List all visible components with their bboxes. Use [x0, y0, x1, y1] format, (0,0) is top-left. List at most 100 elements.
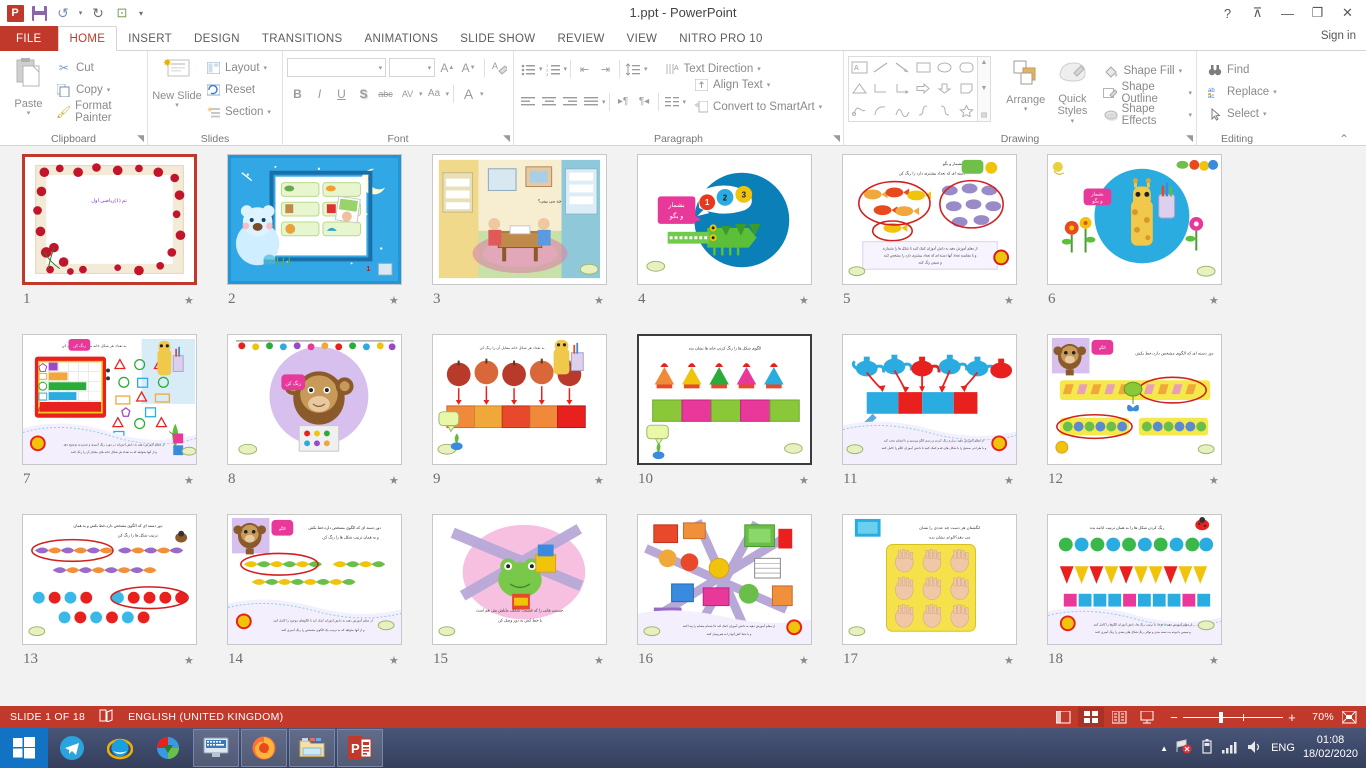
smartart-caret-icon[interactable]: ▾: [819, 103, 823, 111]
animation-indicator-7[interactable]: ★: [184, 474, 194, 487]
align-center-button[interactable]: [539, 91, 560, 112]
gallery-more-icon[interactable]: ▤: [981, 111, 988, 119]
battery-icon[interactable]: [1201, 739, 1214, 757]
copy-button[interactable]: Copy ▾: [56, 79, 143, 101]
font-color-button[interactable]: A: [458, 83, 479, 104]
numbering-button[interactable]: 123: [543, 59, 564, 80]
show-hidden-icons-caret[interactable]: ▲: [1160, 744, 1168, 753]
shape-freeform[interactable]: [851, 104, 868, 117]
animation-indicator-8[interactable]: ★: [389, 474, 399, 487]
tab-home[interactable]: HOME: [58, 26, 118, 51]
quick-styles-caret-icon[interactable]: ▾: [1071, 118, 1075, 126]
help-button[interactable]: ?: [1213, 2, 1242, 24]
underline-button[interactable]: U: [331, 83, 352, 104]
shape-star[interactable]: [958, 104, 975, 117]
slide-thumbnail-8[interactable]: رنگ کن: [227, 334, 432, 514]
shape-rounded-rectangle[interactable]: [958, 61, 975, 74]
animation-indicator-2[interactable]: ★: [389, 294, 399, 307]
animation-indicator-5[interactable]: ★: [1004, 294, 1014, 307]
align-text-button[interactable]: Align Text ▾: [693, 74, 822, 96]
animation-indicator-18[interactable]: ★: [1209, 654, 1219, 667]
decrease-indent-button[interactable]: ⇤: [574, 59, 595, 80]
slide-thumbnail-14[interactable]: الگو دور دسته ای که الگوی مشخص دارد،خط ب…: [227, 514, 432, 694]
shape-rectangle[interactable]: [915, 61, 932, 74]
slide-canvas-14[interactable]: الگو دور دسته ای که الگوی مشخص دارد،خط ب…: [227, 514, 402, 645]
tab-design[interactable]: DESIGN: [183, 26, 251, 51]
telegram-icon[interactable]: [49, 729, 95, 767]
zoom-out-button[interactable]: −: [1170, 710, 1178, 725]
bold-button[interactable]: B: [287, 83, 308, 104]
shapes-gallery-scrollbar[interactable]: ▲ ▼ ▤: [978, 56, 991, 122]
arrange-caret-icon[interactable]: ▾: [1024, 106, 1028, 114]
quick-styles-button[interactable]: Quick Styles ▾: [1050, 56, 1094, 126]
tab-nitro-pro[interactable]: NITRO PRO 10: [668, 26, 773, 51]
slide-thumbnail-13[interactable]: دور دسته ای که الگوی مشخص دارد،خط بکش و …: [22, 514, 227, 694]
zoom-level-value[interactable]: 70%: [1306, 711, 1334, 723]
slide-canvas-15[interactable]: جسمی هایی را که قسمت شکلی مایلش بش هم اس…: [432, 514, 607, 645]
undo-dropdown-caret-icon[interactable]: ▾: [76, 2, 85, 24]
layout-button[interactable]: Layout ▾: [205, 57, 271, 79]
zoom-slider[interactable]: − +: [1162, 710, 1304, 725]
gallery-scroll-down-icon[interactable]: ▼: [981, 85, 988, 92]
paragraph-dialog-launcher[interactable]: ◥: [833, 133, 840, 144]
select-caret-icon[interactable]: ▾: [1263, 110, 1267, 118]
tab-slide-show[interactable]: SLIDE SHOW: [449, 26, 546, 51]
onscreen-keyboard-icon[interactable]: [193, 729, 239, 767]
character-spacing-button[interactable]: AV: [397, 83, 418, 104]
language-indicator[interactable]: ENGLISH (UNITED KINGDOM): [128, 711, 283, 723]
signal-icon[interactable]: [1222, 740, 1239, 757]
file-explorer-icon[interactable]: [289, 729, 335, 767]
tab-animations[interactable]: ANIMATIONS: [354, 26, 450, 51]
slide-thumbnail-11[interactable]: از معلم آموزش دهید درباره رنگ کردن و رسم…: [842, 334, 1047, 514]
powerpoint-icon[interactable]: P: [337, 729, 383, 767]
slide-canvas-2[interactable]: 1: [227, 154, 402, 285]
zoom-track[interactable]: [1183, 717, 1283, 718]
increase-font-size-button[interactable]: A▲: [438, 57, 456, 78]
fit-to-window-button[interactable]: [1336, 707, 1362, 727]
slide-canvas-16[interactable]: از معلم آموزش دهید به دانش آموزان کمک کن…: [637, 514, 812, 645]
shape-elbow-arrow[interactable]: [894, 82, 911, 95]
start-slideshow-icon[interactable]: ⊡: [111, 2, 133, 24]
slide-canvas-4[interactable]: 1 2 3 بشمار و بگو: [637, 154, 812, 285]
save-icon[interactable]: [28, 2, 50, 24]
slide-canvas-11[interactable]: از معلم آموزش دهید درباره رنگ کردن و رسم…: [842, 334, 1017, 465]
slide-thumbnail-7[interactable]: به تعداد هر شکل خانه مقابل آن را رنگ کن: [22, 334, 227, 514]
slide-thumbnail-5[interactable]: شکل ها را بشمار و بگو دسته ای که تعداد ب…: [842, 154, 1047, 334]
animation-indicator-16[interactable]: ★: [799, 654, 809, 667]
shape-outline-button[interactable]: Shape Outline ▾: [1103, 82, 1192, 104]
animation-indicator-17[interactable]: ★: [1004, 654, 1014, 667]
tab-file[interactable]: FILE: [0, 26, 58, 51]
slide-sorter-pane[interactable]: تم (1)ریاضی اول 1 ★: [0, 146, 1366, 706]
slide-thumbnail-1[interactable]: تم (1)ریاضی اول 1 ★: [22, 154, 227, 334]
shape-line[interactable]: [872, 61, 889, 74]
tab-transitions[interactable]: TRANSITIONS: [251, 26, 354, 51]
justify-button[interactable]: [581, 91, 602, 112]
select-button[interactable]: Select ▾: [1207, 103, 1277, 125]
font-size-combobox[interactable]: ▾: [389, 58, 435, 77]
redo-icon[interactable]: ↻: [87, 2, 109, 24]
minimize-button[interactable]: —: [1273, 2, 1302, 24]
slide-thumbnail-9[interactable]: به تعداد هر شکل خانه مقابل آن را رنگ کن: [432, 334, 637, 514]
slide-thumbnail-3[interactable]: چه می بینی؟ 3 ★: [432, 154, 637, 334]
slideshow-view-button[interactable]: [1134, 707, 1160, 727]
slide-canvas-13[interactable]: دور دسته ای که الگوی مشخص دارد،خط بکش و …: [22, 514, 197, 645]
ltr-direction-button[interactable]: ▸¶: [613, 91, 634, 112]
slide-canvas-12[interactable]: الگو دور دسته ای که الگوی مشخص دارد،خط ب…: [1047, 334, 1222, 465]
change-case-caret-icon[interactable]: ▾: [446, 90, 450, 98]
paste-caret-icon[interactable]: ▾: [27, 110, 31, 118]
normal-view-button[interactable]: [1050, 707, 1076, 727]
animation-indicator-6[interactable]: ★: [1209, 294, 1219, 307]
format-painter-button[interactable]: 🖌 Format Painter: [56, 101, 143, 123]
shape-curve[interactable]: [894, 104, 911, 117]
slide-sorter-view-button[interactable]: [1078, 707, 1104, 727]
bullets-button[interactable]: [518, 59, 539, 80]
animation-indicator-10[interactable]: ★: [799, 474, 809, 487]
ribbon-display-options-button[interactable]: ⊼: [1243, 2, 1272, 24]
shape-fill-button[interactable]: Shape Fill ▾: [1103, 60, 1192, 82]
slide-thumbnail-12[interactable]: الگو دور دسته ای که الگوی مشخص دارد،خط ب…: [1047, 334, 1252, 514]
font-dialog-launcher[interactable]: ◥: [503, 133, 510, 144]
shape-right-brace[interactable]: [936, 104, 953, 117]
animation-indicator-9[interactable]: ★: [594, 474, 604, 487]
firefox-icon[interactable]: [241, 729, 287, 767]
slide-thumbnail-15[interactable]: جسمی هایی را که قسمت شکلی مایلش بش هم اس…: [432, 514, 637, 694]
